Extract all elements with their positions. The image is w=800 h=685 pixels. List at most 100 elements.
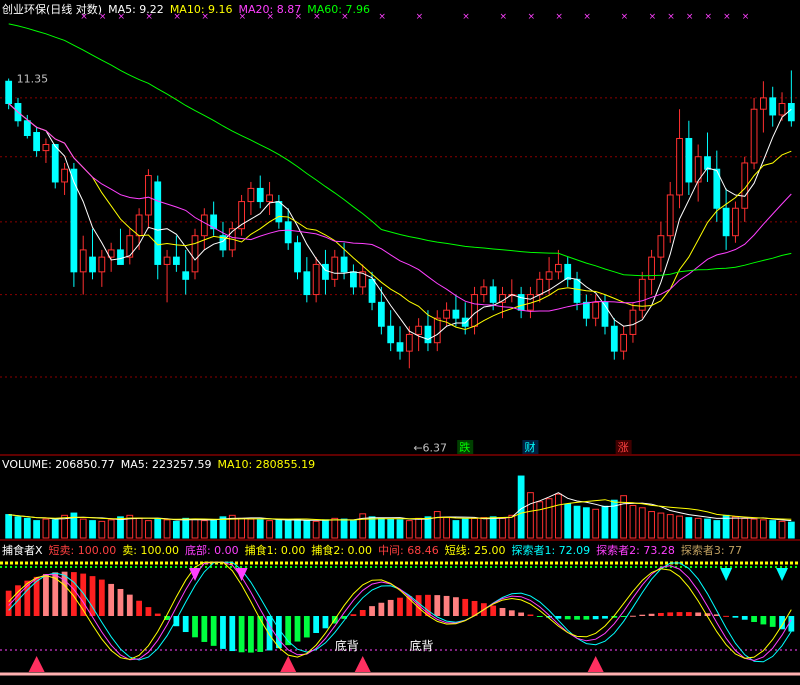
volume-bar — [704, 518, 711, 539]
indicator-histogram — [5, 571, 795, 653]
candles-group — [5, 70, 795, 369]
candle-body — [536, 278, 544, 296]
volume-bar — [508, 514, 516, 539]
volume-bar — [145, 520, 152, 539]
candle-body — [154, 181, 162, 265]
volume-bar — [79, 518, 87, 539]
candle-body — [266, 194, 273, 203]
indicator-bar — [443, 595, 450, 616]
indicator-bar — [303, 616, 310, 638]
indicator-bar — [257, 616, 264, 652]
indicator-legend-item-10: 探索者3: 77 — [680, 544, 743, 557]
volume-bar — [424, 516, 432, 539]
marker-label-2: 涨 — [618, 441, 629, 454]
ma-legend-item-0: MA5: 9.22 — [108, 3, 164, 16]
candle-body — [676, 137, 683, 196]
volume-bar — [676, 515, 683, 539]
candle-body — [33, 132, 41, 152]
volume-bar — [750, 518, 758, 539]
candle-body — [51, 144, 59, 183]
volume-bar — [629, 505, 637, 539]
indicator-bar — [574, 616, 580, 620]
ma-legend-item-2: MA20: 8.87 — [238, 3, 302, 16]
volume-bar — [89, 520, 96, 539]
candle-body — [247, 187, 255, 203]
volume-bar — [135, 517, 143, 539]
candle-body — [135, 214, 143, 237]
volume-bar — [51, 519, 59, 539]
buy-triangle-0 — [28, 656, 45, 672]
candle-body — [256, 187, 264, 203]
candle-body — [750, 108, 758, 164]
indicator-bar — [527, 614, 534, 616]
x-marker: × — [686, 12, 694, 22]
indicator-bar — [536, 616, 543, 617]
indicator-bar — [732, 616, 739, 618]
volume-bar — [545, 498, 553, 539]
candle-body — [387, 325, 395, 344]
volume-bar — [536, 501, 544, 539]
volume-legend-item-0: VOLUME: 206850.77 — [2, 458, 115, 471]
volume-bar — [648, 511, 655, 539]
indicator-bar — [685, 612, 692, 616]
indicator-legend-item-5: 捕食2: 0.00 — [311, 544, 373, 557]
candle-body — [377, 301, 385, 327]
indicator-legend-item-8: 探索者1: 72.09 — [511, 544, 591, 557]
volume-bar — [154, 518, 162, 539]
candle-body — [638, 278, 646, 311]
indicator-bar — [658, 612, 664, 616]
volume-bar — [377, 517, 385, 539]
indicator-bar — [43, 574, 49, 616]
indicator-header: 捕食者X 短卖: 100.00 卖: 100.00 底部: 0.00 捕食1: 0.00… — [2, 542, 754, 558]
indicator-bar — [490, 605, 497, 616]
volume-bar — [322, 519, 329, 539]
volume-bar — [107, 519, 115, 539]
volume-bar — [42, 518, 50, 539]
indicator-legend-item-6: 中间: 68.46 — [378, 544, 439, 557]
candle-body — [340, 256, 348, 273]
sell-triangle-3 — [776, 568, 789, 581]
volume-bar — [275, 519, 283, 539]
candle-body — [461, 317, 469, 327]
indicator-bar — [723, 615, 730, 617]
volume-bar — [210, 519, 218, 539]
x-marker: × — [583, 12, 591, 22]
candle-body — [452, 309, 460, 319]
candle-body — [433, 317, 441, 344]
volume-bar — [219, 516, 227, 539]
candle-body — [769, 97, 777, 116]
candle-body — [443, 309, 450, 319]
candle-body — [787, 103, 795, 122]
indicator-bar — [322, 616, 329, 629]
volume-bar — [787, 521, 795, 539]
indicator-bar — [602, 616, 608, 619]
volume-ma10-line — [8, 499, 792, 521]
volume-bar — [14, 516, 22, 539]
volume-bar — [23, 517, 31, 539]
volume-bar — [247, 518, 255, 539]
indicator-bar — [359, 609, 366, 616]
indicator-bar — [154, 613, 161, 616]
volume-bar — [527, 492, 534, 539]
candle-body — [117, 249, 124, 265]
volume-bar — [200, 520, 208, 539]
volume-bar — [312, 520, 320, 539]
candle-body — [331, 256, 339, 280]
indicator-legend-item-3: 底部: 0.00 — [184, 544, 239, 557]
candle-body — [200, 214, 208, 237]
candle-body — [294, 242, 301, 273]
indicator-bar — [229, 616, 236, 652]
candle-body — [610, 325, 618, 352]
volume-bar — [294, 518, 301, 539]
indicator-bar — [126, 594, 133, 616]
volume-bar — [396, 519, 404, 539]
volume-bar — [489, 516, 497, 539]
candle-body — [368, 278, 376, 303]
indicator-bar — [508, 610, 515, 616]
candle-body — [61, 168, 68, 183]
divergence-label-1: 底背 — [409, 638, 433, 653]
candle-body — [42, 144, 50, 152]
volume-bars-group — [5, 475, 795, 539]
indicator-legend-item-9: 探索者2: 73.28 — [596, 544, 675, 557]
indicator-legend-item-7: 短线: 25.00 — [444, 544, 506, 557]
